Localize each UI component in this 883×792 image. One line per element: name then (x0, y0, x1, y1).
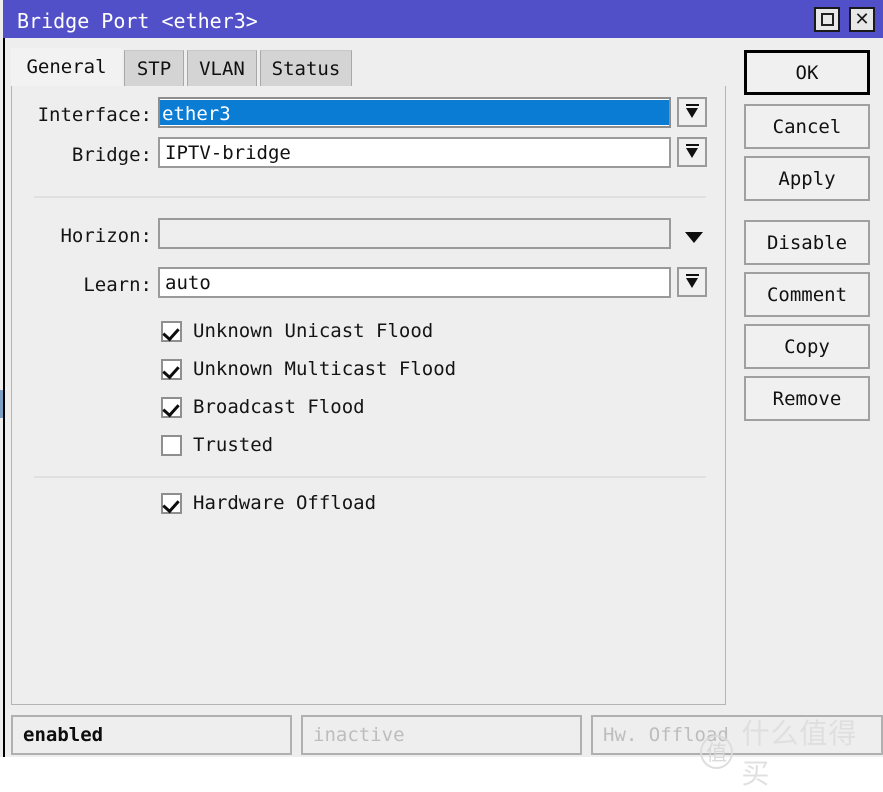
learn-input[interactable]: auto (158, 267, 671, 298)
copy-button[interactable]: Copy (744, 324, 870, 369)
maximize-button[interactable] (814, 7, 840, 32)
checkbox-trusted[interactable]: Trusted (161, 435, 273, 456)
interface-dropdown-button[interactable] (677, 97, 707, 127)
cancel-button[interactable]: Cancel (744, 104, 870, 149)
window-left-border (3, 38, 5, 757)
remove-button-label: Remove (772, 387, 842, 410)
status-hw-offload: Hw. Offload (591, 715, 883, 755)
comment-button-label: Comment (766, 283, 848, 306)
learn-label: Learn: (83, 274, 152, 296)
checkbox-unknown-unicast-flood[interactable]: Unknown Unicast Flood (161, 321, 433, 342)
chevron-down-icon[interactable] (685, 232, 703, 243)
tab-status[interactable]: Status (260, 50, 352, 86)
learn-input-value: auto (165, 271, 211, 294)
learn-dropdown-button[interactable] (677, 267, 707, 297)
dropdown-arrow-icon (685, 273, 700, 291)
status-enabled: enabled (11, 715, 292, 755)
checkbox-hardware-offload-label: Hardware Offload (193, 492, 377, 514)
horizon-label: Horizon: (60, 225, 152, 247)
maximize-icon (820, 13, 834, 26)
dropdown-arrow-icon (685, 143, 700, 161)
bridge-port-window: Bridge Port <ether3> ✕ General STP VLAN … (0, 0, 883, 790)
status-bar: enabled inactive Hw. Offload (11, 715, 883, 755)
apply-button[interactable]: Apply (744, 156, 870, 201)
checkbox-icon (161, 493, 182, 514)
checkbox-unknown-unicast-flood-label: Unknown Unicast Flood (193, 320, 434, 342)
checkbox-broadcast-flood[interactable]: Broadcast Flood (161, 397, 365, 418)
checkbox-hardware-offload[interactable]: Hardware Offload (161, 493, 376, 514)
bridge-label: Bridge: (71, 144, 152, 166)
tab-status-label: Status (271, 57, 341, 80)
interface-input[interactable]: ether3 (158, 97, 671, 128)
tab-stp-label: STP (136, 57, 172, 80)
separator-2 (34, 476, 706, 478)
title-bar: Bridge Port <ether3> ✕ (3, 0, 883, 38)
bridge-dropdown-button[interactable] (677, 137, 707, 167)
checkbox-icon (161, 321, 182, 342)
checkbox-unknown-multicast-flood[interactable]: Unknown Multicast Flood (161, 359, 456, 380)
close-button[interactable]: ✕ (849, 7, 875, 32)
disable-button-label: Disable (766, 231, 848, 254)
status-inactive: inactive (301, 715, 582, 755)
tab-stp[interactable]: STP (124, 50, 184, 86)
interface-input-value: ether3 (160, 100, 669, 125)
tab-general[interactable]: General (11, 48, 122, 86)
tab-general-label: General (26, 56, 107, 78)
checkbox-broadcast-flood-label: Broadcast Flood (193, 396, 365, 418)
checkbox-icon (161, 435, 182, 456)
window-title: Bridge Port <ether3> (17, 9, 258, 33)
checkbox-icon (161, 359, 182, 380)
horizon-input[interactable] (158, 218, 671, 249)
separator-1 (34, 196, 706, 198)
close-icon: ✕ (854, 8, 870, 30)
tab-vlan[interactable]: VLAN (187, 50, 257, 86)
interface-label: Interface: (37, 104, 152, 126)
ok-button-label: OK (795, 61, 819, 84)
checkbox-icon (161, 397, 182, 418)
tab-strip: General STP VLAN Status (11, 48, 726, 86)
window-left-accent (0, 390, 3, 418)
disable-button[interactable]: Disable (744, 220, 870, 265)
cancel-button-label: Cancel (772, 115, 842, 138)
general-tab-panel: Interface: ether3 Bridge: IPTV-bridge Ho… (11, 86, 726, 705)
copy-button-label: Copy (784, 335, 830, 358)
apply-button-label: Apply (778, 167, 836, 190)
dropdown-arrow-icon (685, 103, 700, 121)
remove-button[interactable]: Remove (744, 376, 870, 421)
comment-button[interactable]: Comment (744, 272, 870, 317)
checkbox-unknown-multicast-flood-label: Unknown Multicast Flood (193, 358, 457, 380)
bridge-input[interactable]: IPTV-bridge (158, 137, 671, 168)
bridge-input-value: IPTV-bridge (165, 141, 291, 164)
tab-vlan-label: VLAN (199, 57, 245, 80)
ok-button[interactable]: OK (744, 50, 870, 95)
checkbox-trusted-label: Trusted (193, 434, 274, 456)
